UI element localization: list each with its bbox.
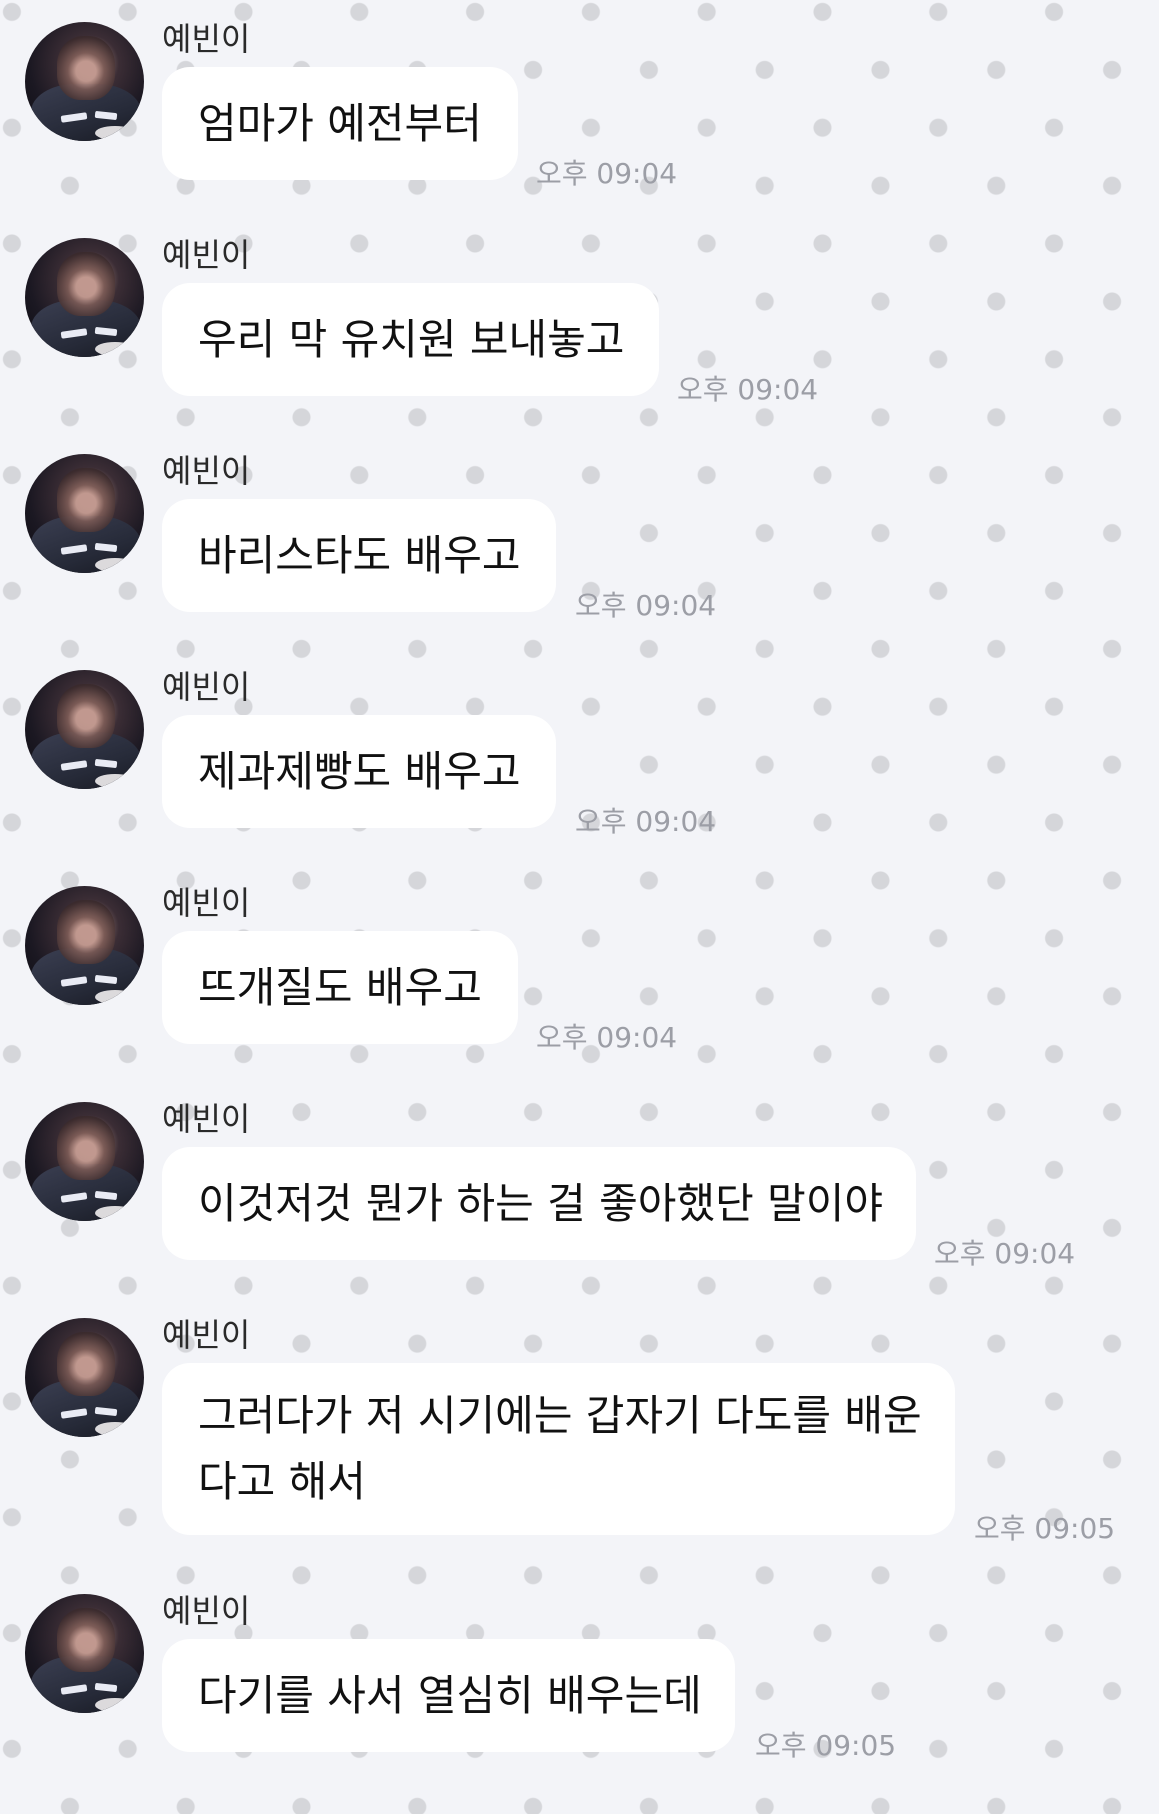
message-text: 제과제빵도 배우고: [198, 746, 521, 796]
message-time: 오후 09:04: [677, 373, 819, 406]
message-time: 오후 09:05: [974, 1512, 1116, 1545]
message-bubble[interactable]: 우리 막 유치원 보내놓고: [162, 283, 659, 396]
message-text: 뜨개질도 배우고: [198, 962, 482, 1012]
message-time: 오후 09:04: [934, 1237, 1076, 1270]
sender-name: 예빈이: [162, 1100, 251, 1138]
message-text: 바리스타도 배우고: [198, 530, 521, 580]
message-time: 오후 09:05: [755, 1729, 897, 1762]
sender-avatar[interactable]: [25, 670, 144, 789]
message-text: 그러다가 저 시기에는 갑자기 다도를 배운: [198, 1391, 922, 1440]
message-time: 오후 09:04: [536, 157, 678, 190]
message-text: 엄마가 예전부터: [198, 98, 482, 148]
sender-name: 예빈이: [162, 20, 251, 58]
sender-avatar[interactable]: [25, 22, 144, 141]
message-bubble[interactable]: 그러다가 저 시기에는 갑자기 다도를 배운 다고 해서: [162, 1363, 955, 1535]
sender-avatar[interactable]: [25, 886, 144, 1005]
message-text: 다고 해서: [198, 1457, 366, 1506]
message-time: 오후 09:04: [536, 1021, 678, 1054]
message-text: 이것저것 뭔가 하는 걸 좋아했단 말이야: [198, 1178, 883, 1228]
message-time: 오후 09:04: [575, 805, 717, 838]
sender-avatar[interactable]: [25, 1102, 144, 1221]
sender-name: 예빈이: [162, 1592, 251, 1630]
sender-name: 예빈이: [162, 1316, 251, 1354]
sender-name: 예빈이: [162, 668, 251, 706]
message-text: 우리 막 유치원 보내놓고: [198, 314, 625, 364]
message-bubble[interactable]: 뜨개질도 배우고: [162, 931, 518, 1044]
sender-avatar[interactable]: [25, 1318, 144, 1437]
message-bubble[interactable]: 엄마가 예전부터: [162, 67, 518, 180]
message-bubble[interactable]: 제과제빵도 배우고: [162, 715, 556, 828]
message-bubble[interactable]: 이것저것 뭔가 하는 걸 좋아했단 말이야: [162, 1147, 916, 1260]
chat-screen: { "sender": "예빈이", "messages": [ { "line…: [0, 0, 1159, 1814]
message-bubble[interactable]: 다기를 사서 열심히 배우는데: [162, 1639, 735, 1752]
sender-name: 예빈이: [162, 884, 251, 922]
sender-name: 예빈이: [162, 236, 251, 274]
sender-avatar[interactable]: [25, 454, 144, 573]
message-text: 다기를 사서 열심히 배우는데: [198, 1670, 702, 1720]
message-time: 오후 09:04: [575, 589, 717, 622]
sender-name: 예빈이: [162, 452, 251, 490]
sender-avatar[interactable]: [25, 1594, 144, 1713]
message-bubble[interactable]: 바리스타도 배우고: [162, 499, 556, 612]
sender-avatar[interactable]: [25, 238, 144, 357]
